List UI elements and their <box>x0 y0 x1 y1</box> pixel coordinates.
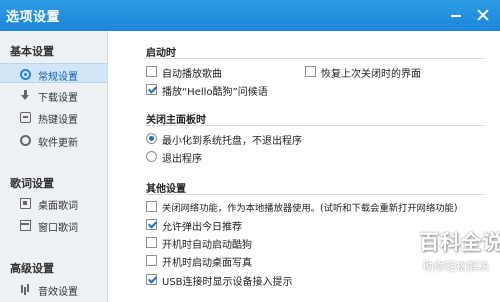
section-title-other: 其他设置 <box>146 184 186 195</box>
exit-program-radio[interactable] <box>146 151 157 162</box>
sidebar-group-advanced: 高级设置 <box>10 262 54 275</box>
auto-play-label: 自动播放歌曲 <box>162 69 222 80</box>
sidebar-group-basic: 基本设置 <box>10 45 54 58</box>
sidebar: 基本设置 常规设置 下载设置 热键设置 软件更新 歌词设置 桌面歌词 窗口歌词 … <box>0 31 108 302</box>
section-divider <box>146 125 486 126</box>
close-icon[interactable] <box>472 4 494 26</box>
sidebar-item-label: 软件更新 <box>38 138 78 149</box>
desktop-photo-label: 开机时启动桌面写真 <box>162 258 252 269</box>
title-bar: 选项设置 <box>0 0 500 31</box>
restore-ui-checkbox[interactable] <box>305 66 316 77</box>
watermark: 百科全说 助你轻松解决 <box>419 226 500 278</box>
play-greeting-label: 播放“Hello酷狗”问候语 <box>162 87 268 98</box>
desktop-photo-checkbox[interactable] <box>146 255 157 266</box>
watermark-main-text: 百科全说 <box>419 230 500 254</box>
sidebar-item-label: 窗口歌词 <box>38 223 78 234</box>
disable-network-label: 关闭网络功能，作为本地播放器使用。(试听和下载会重新打开网络功能) <box>162 203 458 214</box>
sidebar-item-window-lyrics[interactable]: 窗口歌词 <box>0 215 107 235</box>
sidebar-item-desktop-lyrics[interactable]: 桌面歌词 <box>0 193 107 213</box>
desktop-lyrics-icon <box>20 198 31 209</box>
gear-icon <box>20 69 31 80</box>
sidebar-item-label: 常规设置 <box>38 72 78 83</box>
sidebar-item-sound-effect[interactable]: 音效设置 <box>0 279 107 299</box>
minimize-to-tray-label: 最小化到系统托盘，不退出程序 <box>162 136 302 147</box>
play-greeting-checkbox[interactable] <box>146 84 157 95</box>
download-icon <box>20 90 31 101</box>
sidebar-item-update[interactable]: 软件更新 <box>0 130 107 150</box>
sound-effect-icon <box>20 284 31 295</box>
autostart-label: 开机时自动启动酷狗 <box>162 240 252 251</box>
sidebar-item-hotkey[interactable]: 热键设置 <box>0 107 107 127</box>
restore-ui-label: 恢复上次关闭时的界面 <box>321 69 421 80</box>
disable-network-checkbox[interactable] <box>146 201 157 212</box>
hotkey-icon <box>20 112 31 123</box>
section-title-close-panel: 关闭主面板时 <box>146 115 206 126</box>
sidebar-item-label: 桌面歌词 <box>38 201 78 212</box>
watermark-sub-text: 助你轻松解决 <box>423 260 489 273</box>
exit-program-label: 退出程序 <box>162 154 202 165</box>
auto-play-checkbox[interactable] <box>146 66 157 77</box>
sidebar-item-download[interactable]: 下载设置 <box>0 85 107 105</box>
autostart-checkbox[interactable] <box>146 237 157 248</box>
sidebar-item-label: 下载设置 <box>38 93 78 104</box>
sidebar-item-general[interactable]: 常规设置 <box>0 63 107 83</box>
minimize-to-tray-radio[interactable] <box>146 133 157 144</box>
section-title-startup: 启动时 <box>146 48 176 59</box>
sidebar-item-label: 热键设置 <box>38 115 78 126</box>
window-title: 选项设置 <box>6 10 61 25</box>
minimize-icon[interactable] <box>445 4 467 26</box>
update-icon <box>20 135 31 146</box>
section-divider <box>146 58 486 59</box>
window-lyrics-icon <box>20 220 31 231</box>
daily-recommend-label: 允许弹出今日推荐 <box>162 222 242 233</box>
usb-prompt-label: USB连接时显示设备接入提示 <box>162 277 293 288</box>
usb-prompt-checkbox[interactable] <box>146 274 157 285</box>
daily-recommend-checkbox[interactable] <box>146 219 157 230</box>
section-divider <box>146 194 486 195</box>
sidebar-item-label: 音效设置 <box>38 287 78 298</box>
sidebar-group-lyrics: 歌词设置 <box>10 177 54 190</box>
